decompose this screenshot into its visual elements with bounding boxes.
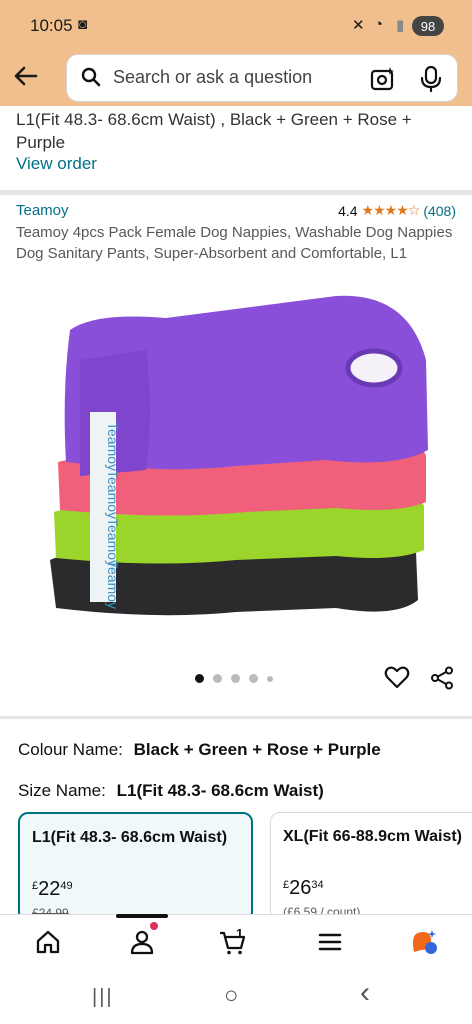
- mute-icon: ✕: [352, 17, 365, 34]
- price-fraction: 34: [311, 879, 324, 891]
- product-image[interactable]: Teamoy Teamoy Teamoy Teamoy: [36, 290, 436, 630]
- rating-summary[interactable]: 4.4 ★★★★☆ (408): [338, 202, 456, 219]
- system-home-button[interactable]: ○: [224, 982, 239, 1010]
- review-count[interactable]: (408): [423, 203, 456, 219]
- home-icon[interactable]: [34, 928, 62, 956]
- size-value: L1(Fit 48.3- 68.6cm Waist): [116, 781, 324, 800]
- product-label-text: Teamoy: [105, 422, 121, 471]
- system-back-button[interactable]: ‹: [360, 976, 370, 1010]
- size-option-price: £2634: [283, 877, 324, 900]
- section-divider: [0, 190, 472, 195]
- image-carousel-dots[interactable]: [195, 674, 273, 683]
- camera-search-icon[interactable]: [369, 65, 397, 93]
- size-label: Size Name:: [18, 781, 106, 800]
- price-whole: 26: [289, 877, 312, 899]
- section-divider: [0, 716, 472, 719]
- carousel-dot[interactable]: [249, 674, 258, 683]
- size-name-row: Size Name: L1(Fit 48.3- 68.6cm Waist): [18, 781, 324, 801]
- size-option-label: L1(Fit 48.3- 68.6cm Waist): [32, 829, 228, 846]
- share-icon[interactable]: [430, 666, 454, 690]
- screenshot-icon: ◙: [78, 16, 88, 33]
- product-label-text: Teamoy: [105, 560, 121, 609]
- size-option-card[interactable]: L1(Fit 48.3- 68.6cm Waist) £2249 £24.99: [18, 812, 253, 922]
- star-rating-icon: ★★★★☆: [361, 202, 421, 218]
- size-option-label: XL(Fit 66-88.9cm Waist): [283, 828, 463, 845]
- carousel-dot[interactable]: [213, 674, 222, 683]
- heart-icon[interactable]: [384, 664, 410, 690]
- active-tab-indicator: [116, 914, 168, 918]
- wifi-icon: ◔: [374, 16, 384, 33]
- order-variant-text: L1(Fit 48.3- 68.6cm Waist) , Black + Gre…: [16, 110, 412, 152]
- colour-value: Black + Green + Rose + Purple: [133, 740, 381, 759]
- microphone-icon[interactable]: [419, 65, 443, 93]
- cart-count-badge: 1: [236, 926, 244, 941]
- search-bar[interactable]: Search or ask a question: [66, 54, 458, 102]
- back-arrow-icon[interactable]: [10, 60, 42, 92]
- product-title: Teamoy 4pcs Pack Female Dog Nappies, Was…: [16, 224, 453, 262]
- account-icon[interactable]: [128, 928, 156, 956]
- colour-label: Colour Name:: [18, 740, 123, 759]
- signal-icon: ▮: [396, 17, 405, 34]
- view-order-link[interactable]: View order: [16, 154, 97, 174]
- brand-link[interactable]: Teamoy: [16, 202, 69, 219]
- price-fraction: 49: [60, 880, 73, 892]
- carousel-dot[interactable]: [195, 674, 204, 683]
- product-label-text: Teamoy: [105, 470, 121, 519]
- price-currency: £: [283, 879, 290, 891]
- status-bar: 10:05 ◙ ✕ ◔ ▮ 98: [0, 0, 472, 52]
- notification-dot: [150, 922, 158, 930]
- header: 10:05 ◙ ✕ ◔ ▮ 98 Search or ask a questio…: [0, 0, 472, 106]
- recents-button[interactable]: |||: [92, 986, 114, 1009]
- size-option-card[interactable]: XL(Fit 66-88.9cm Waist) £2634 (£6.59 / c…: [270, 812, 472, 922]
- search-placeholder[interactable]: Search or ask a question: [113, 67, 312, 88]
- rating-value: 4.4: [338, 202, 358, 219]
- carousel-dot[interactable]: [267, 675, 273, 682]
- price-whole: 22: [38, 878, 61, 900]
- menu-icon[interactable]: [316, 928, 344, 956]
- rufus-icon[interactable]: [410, 928, 438, 956]
- colour-name-row: Colour Name: Black + Green + Rose + Purp…: [18, 740, 381, 760]
- battery-indicator: 98: [412, 16, 444, 36]
- size-option-price: £2249: [32, 878, 73, 901]
- carousel-dot[interactable]: [231, 674, 240, 683]
- price-currency: £: [32, 880, 39, 892]
- search-icon: [81, 67, 101, 87]
- status-time: 10:05: [30, 16, 73, 35]
